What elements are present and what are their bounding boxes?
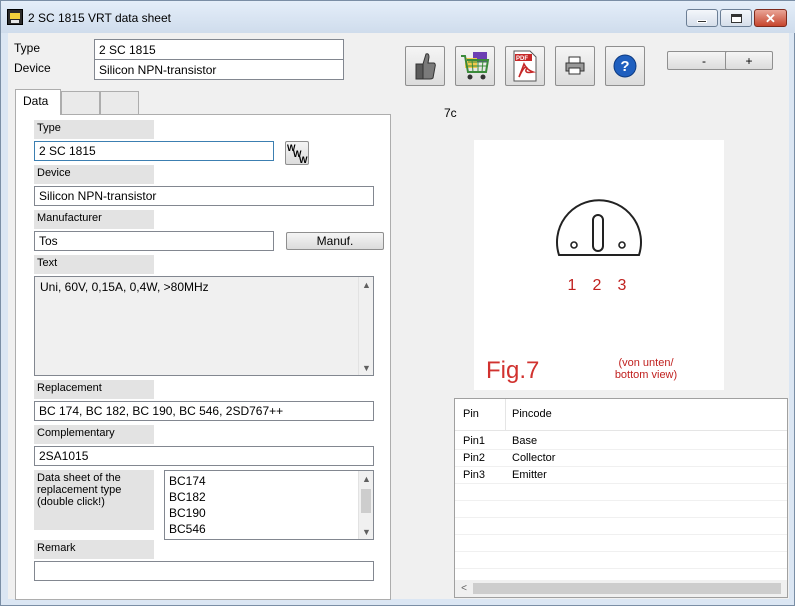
pin-number: 2 xyxy=(593,277,602,294)
complementary-input[interactable]: 2SA1015 xyxy=(34,446,374,466)
column-divider xyxy=(505,399,506,431)
scroll-thumb[interactable] xyxy=(473,583,781,594)
scroll-up-icon[interactable]: ▲ xyxy=(359,471,373,486)
data-panel: Type 2 SC 1815 W W W Device Silicon NPN-… xyxy=(15,114,391,600)
type-input[interactable]: 2 SC 1815 xyxy=(34,141,274,161)
pin-cell: Pin2 xyxy=(463,452,486,464)
complementary-label: Complementary xyxy=(34,425,154,444)
datasheet-label: Data sheet of the replacement type (doub… xyxy=(34,470,154,530)
pin-table-header: Pin Pincode xyxy=(455,399,787,431)
thumbs-up-icon xyxy=(415,53,436,80)
text-area[interactable]: Uni, 60V, 0,15A, 0,4W, >80MHz ▲ ▼ xyxy=(34,276,374,376)
pin-table[interactable]: Pin Pincode Pin1 Base Pin2 Collector Pin… xyxy=(454,398,788,598)
tab-data[interactable]: Data xyxy=(15,89,61,115)
tab-2[interactable] xyxy=(61,91,100,114)
maximize-button[interactable] xyxy=(720,9,752,27)
minimize-icon xyxy=(697,19,707,23)
header-device-label: Device xyxy=(14,61,51,75)
thumbs-up-button[interactable] xyxy=(405,46,445,86)
pdf-icon: PDF xyxy=(513,50,537,82)
table-row xyxy=(455,484,787,501)
text-label: Text xyxy=(34,255,154,274)
client-area: Type Device 2 SC 1815 Silicon NPN-transi… xyxy=(8,33,789,600)
transistor-package-icon: 1 2 3 Fig.7 (von unten/ bottom view) xyxy=(486,199,677,384)
scroll-down-icon[interactable]: ▼ xyxy=(359,524,373,539)
help-icon: ? xyxy=(613,54,637,78)
remark-input[interactable] xyxy=(34,561,374,581)
horizontal-scrollbar[interactable]: < xyxy=(455,580,787,597)
table-row xyxy=(455,535,787,552)
pdf-button[interactable]: PDF xyxy=(505,46,545,86)
table-row[interactable]: Pin1 Base xyxy=(455,433,787,450)
printer-icon xyxy=(565,56,585,75)
device-input[interactable]: Silicon NPN-transistor xyxy=(34,186,374,206)
manufacturer-label: Manufacturer xyxy=(34,210,154,229)
pin-cell: Pin1 xyxy=(463,435,486,447)
header-device-field[interactable]: Silicon NPN-transistor xyxy=(94,59,344,80)
table-row xyxy=(455,552,787,569)
remark-label: Remark xyxy=(34,540,154,559)
pin-cell: Pin3 xyxy=(463,469,486,481)
list-item[interactable]: BC174 xyxy=(169,473,369,489)
datasheet-list[interactable]: BC174 BC182 BC190 BC546 ▲ ▼ xyxy=(164,470,374,540)
figure-caption: Fig.7 xyxy=(486,357,539,384)
pincode-cell: Collector xyxy=(512,452,556,464)
text-area-content: Uni, 60V, 0,15A, 0,4W, >80MHz xyxy=(40,280,209,294)
close-button[interactable]: ✕ xyxy=(754,9,787,27)
scroll-down-icon[interactable]: ▼ xyxy=(359,360,373,375)
scroll-thumb[interactable] xyxy=(361,489,371,513)
svg-text:W: W xyxy=(299,155,308,164)
replacement-label: Replacement xyxy=(34,380,154,399)
app-icon xyxy=(7,9,23,25)
device-label: Device xyxy=(34,165,154,184)
header-type-field[interactable]: 2 SC 1815 xyxy=(94,39,344,60)
www-icon: W W W xyxy=(287,143,308,164)
type-label: Type xyxy=(34,120,154,139)
list-item[interactable]: BC182 xyxy=(169,489,369,505)
maximize-icon xyxy=(730,13,742,23)
minimize-button[interactable] xyxy=(686,9,718,27)
table-row[interactable]: Pin3 Emitter xyxy=(455,467,787,484)
list-item[interactable]: BC190 xyxy=(169,505,369,521)
www-button[interactable]: W W W xyxy=(285,141,309,165)
pincode-cell: Emitter xyxy=(512,469,547,481)
pin-number: 1 xyxy=(568,277,577,294)
help-button[interactable]: ? xyxy=(605,46,645,86)
table-row[interactable]: Pin2 Collector xyxy=(455,450,787,467)
header-type-label: Type xyxy=(14,41,41,55)
list-item[interactable]: BC546 xyxy=(169,521,369,537)
scroll-up-icon[interactable]: ▲ xyxy=(359,277,373,292)
window-title: 2 SC 1815 VRT data sheet xyxy=(28,11,171,25)
svg-text:PDF: PDF xyxy=(516,56,528,62)
pinout-figure: 1 2 3 Fig.7 (von unten/ bottom view) xyxy=(474,140,724,390)
scroll-left-icon[interactable]: < xyxy=(457,581,471,596)
view-note-line2: bottom view) xyxy=(615,369,677,381)
column-header[interactable]: Pincode xyxy=(512,408,552,420)
close-icon: ✕ xyxy=(765,10,776,26)
svg-text:?: ? xyxy=(620,58,629,75)
manuf-button[interactable]: Manuf. xyxy=(286,232,384,250)
print-button[interactable] xyxy=(555,46,595,86)
table-row xyxy=(455,501,787,518)
shopping-cart-icon xyxy=(461,52,490,80)
view-note-line1: (von unten/ xyxy=(618,357,674,369)
pin-number: 3 xyxy=(618,277,627,294)
column-header[interactable]: Pin xyxy=(463,408,479,420)
zoom-in-button[interactable]: + xyxy=(725,51,773,70)
table-row xyxy=(455,518,787,535)
figure-code: 7c xyxy=(444,106,457,120)
manufacturer-input[interactable]: Tos xyxy=(34,231,274,251)
shopping-cart-button[interactable] xyxy=(455,46,495,86)
tab-3[interactable] xyxy=(100,91,139,114)
title-bar[interactable]: 2 SC 1815 VRT data sheet ✕ xyxy=(1,1,795,33)
replacement-input[interactable]: BC 174, BC 182, BC 190, BC 546, 2SD767++ xyxy=(34,401,374,421)
app-window: 2 SC 1815 VRT data sheet ✕ Type Device 2… xyxy=(0,0,795,606)
text-scrollbar[interactable]: ▲ ▼ xyxy=(358,277,373,375)
pincode-cell: Base xyxy=(512,435,538,447)
datasheet-scrollbar[interactable]: ▲ ▼ xyxy=(358,471,373,539)
